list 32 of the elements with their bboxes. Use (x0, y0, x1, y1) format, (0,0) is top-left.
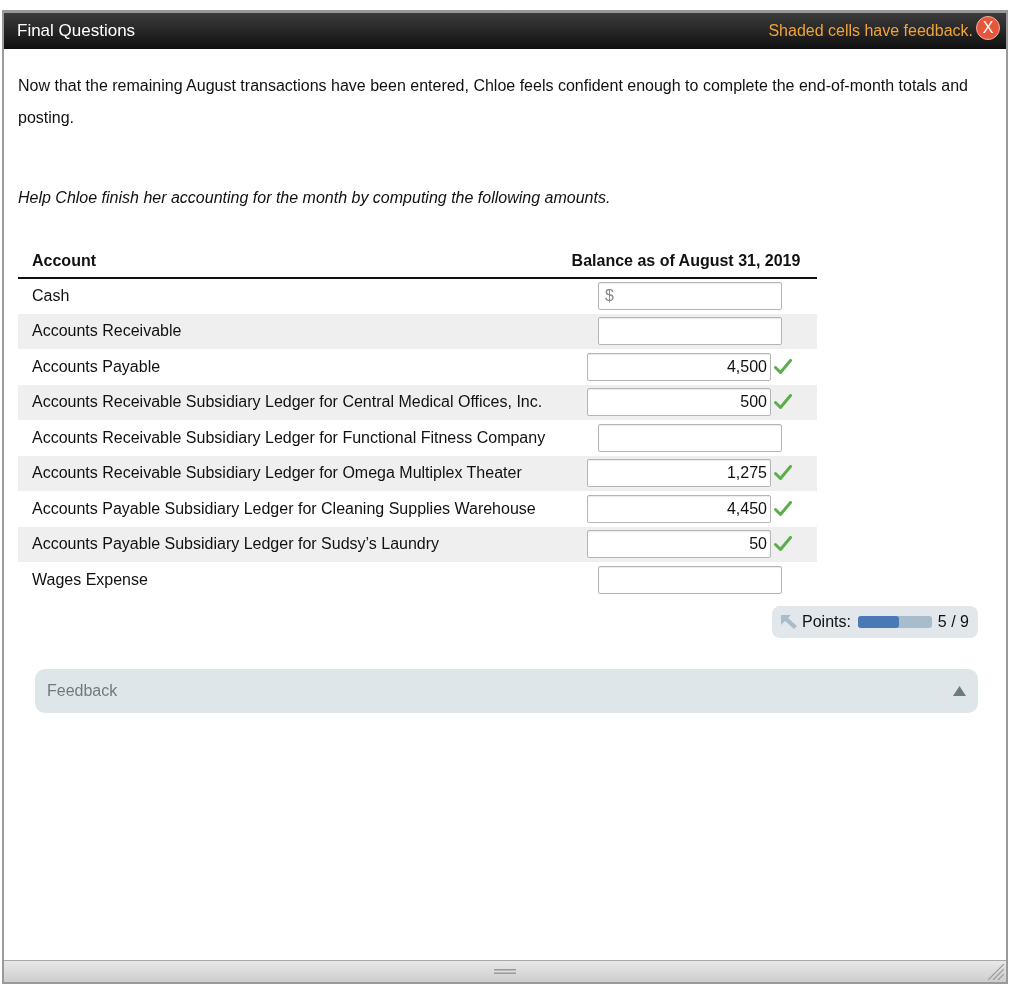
account-name: Accounts Payable Subsidiary Ledger for Cleaning Supplies Warehouse (32, 499, 536, 517)
account-name: Accounts Payable Subsidiary Ledger for Sudsy’s Laundry (32, 535, 440, 553)
points-label: Points: (802, 611, 851, 632)
intro-paragraph: Now that the remaining August transactions have been entered, Chloe feels confident enough to complete the end-of-month totals and posting. (18, 76, 969, 128)
account-name: Accounts Receivable Subsidiary Ledger for Central Medical Offices, Inc. (32, 393, 543, 411)
feedback-panel[interactable]: Feedback (35, 668, 978, 713)
account-name: Wages Expense (32, 570, 148, 588)
points-score: 5 / 9 (937, 611, 969, 632)
answer-field[interactable]: 50 (587, 530, 771, 559)
account-name: Accounts Receivable Subsidiary Ledger for Omega Multiplex Theater (32, 464, 522, 482)
account-name: Accounts Receivable (32, 322, 182, 340)
answer-field[interactable] (598, 423, 782, 452)
answer-field[interactable]: $ (598, 282, 782, 311)
answer-field[interactable] (598, 317, 782, 346)
answer-field[interactable] (598, 565, 782, 594)
column-header: Balance as of August 31, 2019 (555, 249, 817, 278)
instruction-text: Help Chloe finish her accounting for the month by computing the following amounts. (18, 188, 612, 208)
arrow-icon (781, 614, 797, 629)
triangle-icon (953, 685, 966, 696)
answer-field[interactable]: 500 (587, 388, 771, 417)
feedback-note: Shaded cells have feedback. (768, 21, 973, 41)
answer-field[interactable]: 4,450 (587, 494, 771, 523)
account-name: Accounts Receivable Subsidiary Ledger for Functional Fitness Company (32, 428, 546, 446)
answer-field[interactable]: 4,500 (587, 352, 771, 381)
window-title: Final Questions (17, 20, 136, 43)
account-name: Accounts Payable (32, 357, 161, 375)
grip-icon (494, 969, 516, 974)
resize-grip-icon (988, 964, 1004, 980)
account-name: Cash (32, 287, 70, 305)
column-header: Account (18, 249, 555, 278)
answer-field[interactable]: 1,275 (587, 459, 771, 488)
close-button[interactable]: X (976, 16, 1000, 40)
